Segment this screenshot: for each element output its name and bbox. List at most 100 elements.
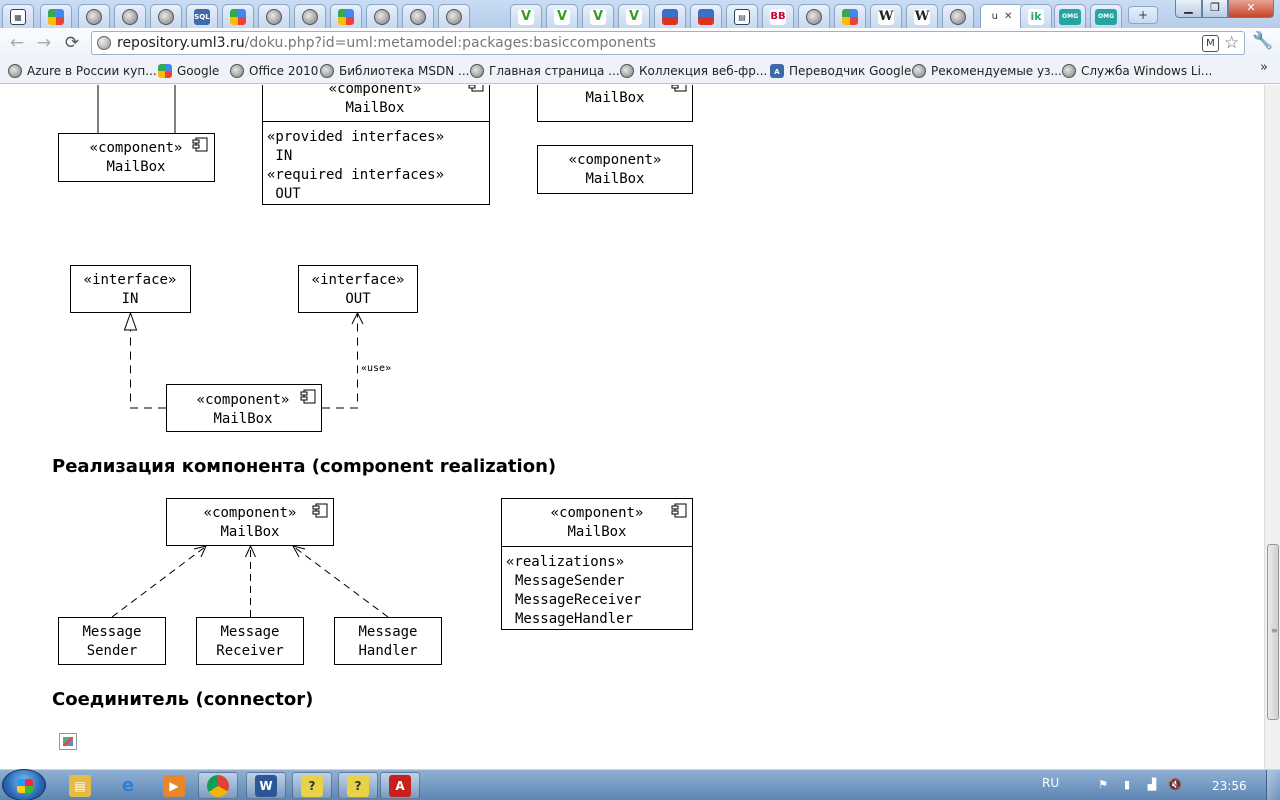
component-name: MailBox: [220, 524, 279, 540]
tab-15[interactable]: V: [546, 4, 578, 28]
extension-icon[interactable]: M: [1202, 35, 1219, 52]
bookmark-item[interactable]: A Переводчик Google: [770, 62, 911, 80]
taskbar-acrobat[interactable]: A: [380, 772, 420, 799]
translate-icon: A: [770, 64, 784, 78]
taskbar-help-1[interactable]: ?: [292, 772, 332, 799]
tab-29[interactable]: OMG: [1090, 4, 1122, 28]
tab-26[interactable]: [942, 4, 974, 28]
tab-18[interactable]: [654, 4, 686, 28]
show-desktop-button[interactable]: [1266, 770, 1280, 800]
scroll-thumb[interactable]: ≡: [1267, 544, 1279, 720]
reload-icon[interactable]: ⟳: [61, 32, 83, 54]
tab-14[interactable]: V: [510, 4, 542, 28]
tab-20[interactable]: ▤: [726, 4, 758, 28]
tab-7[interactable]: [222, 4, 254, 28]
taskbar-media-player[interactable]: ▶: [154, 772, 194, 799]
tab-23[interactable]: [834, 4, 866, 28]
maximize-button[interactable]: ❐: [1202, 0, 1228, 18]
start-button[interactable]: [2, 769, 46, 800]
dependency-arrow-handler: [292, 545, 389, 618]
tab-8[interactable]: [258, 4, 290, 28]
google-icon: [158, 64, 172, 78]
sql-ru-icon: SQL: [194, 8, 210, 25]
wrench-menu-icon[interactable]: 🔧: [1252, 31, 1273, 51]
globe-icon: [620, 64, 634, 78]
volume-muted-icon[interactable]: 🔇: [1168, 778, 1182, 792]
taskbar-word[interactable]: W: [246, 772, 286, 799]
browser-window: ▦ SQL V V V V ▤ BB W W u ✕ ik OMG OMG + …: [0, 0, 1280, 800]
tab-28[interactable]: OMG: [1054, 4, 1086, 28]
forward-arrow-icon[interactable]: →: [33, 32, 55, 54]
new-tab-button[interactable]: +: [1128, 6, 1158, 24]
interface-box-out: «interface» OUT: [298, 265, 418, 313]
network-tray-icon[interactable]: ▟: [1145, 778, 1159, 792]
minimize-button[interactable]: ▁: [1175, 0, 1202, 18]
tab-19[interactable]: [690, 4, 722, 28]
tab-active[interactable]: u ✕: [980, 4, 1024, 28]
vertical-scrollbar[interactable]: ≡: [1264, 85, 1280, 769]
back-arrow-icon[interactable]: ←: [6, 32, 28, 54]
bookmark-item[interactable]: Google: [158, 62, 219, 80]
bookmark-item[interactable]: Office 2010: [230, 62, 318, 80]
globe-icon: [374, 8, 390, 25]
bookmarks-overflow-button[interactable]: »: [1260, 60, 1268, 75]
tab-1[interactable]: ▦: [2, 4, 34, 28]
bookmark-item[interactable]: Azure в России куп...: [8, 62, 157, 80]
tab-5[interactable]: [150, 4, 182, 28]
word-icon: W: [255, 774, 277, 797]
tab-16[interactable]: V: [582, 4, 614, 28]
tab-21[interactable]: BB: [762, 4, 794, 28]
taskbar: ▤ e ▶ W ? ? A RU ⚑ ▮ ▟ 🔇 23:56: [0, 769, 1280, 800]
bookmark-item[interactable]: Библиотека MSDN ...: [320, 62, 469, 80]
taskbar-chrome[interactable]: [198, 772, 238, 799]
tab-12[interactable]: [402, 4, 434, 28]
bookmark-star-icon[interactable]: ☆: [1224, 33, 1239, 53]
component-box-left: «component» MailBox: [58, 133, 215, 182]
globe-icon: [302, 8, 318, 25]
flag-icon: [698, 8, 714, 25]
url-text[interactable]: repository.uml3.ru/doku.php?id=uml:metam…: [117, 35, 656, 51]
tab-6[interactable]: SQL: [186, 4, 218, 28]
stereotype-label: «component»: [551, 505, 644, 521]
bookmark-item[interactable]: Рекомендуемые уз...: [912, 62, 1062, 80]
close-window-button[interactable]: ✕: [1228, 0, 1274, 18]
wikipedia-icon: W: [914, 8, 930, 25]
tab-4[interactable]: [114, 4, 146, 28]
tab-10[interactable]: [330, 4, 362, 28]
tab-2[interactable]: [40, 4, 72, 28]
taskbar-explorer[interactable]: ▤: [60, 772, 100, 799]
compartment-line: IN: [267, 148, 292, 164]
pdf-icon: A: [389, 774, 411, 797]
tab-22[interactable]: [798, 4, 830, 28]
globe-icon: [158, 8, 174, 25]
vk-icon: V: [626, 8, 642, 25]
tab-27[interactable]: ik: [1020, 4, 1052, 28]
tab-24[interactable]: W: [870, 4, 902, 28]
clock[interactable]: 23:56: [1212, 779, 1247, 793]
component-name: MailBox: [585, 90, 644, 106]
tab-11[interactable]: [366, 4, 398, 28]
flag-tray-icon[interactable]: ⚑: [1096, 778, 1110, 792]
globe-icon: [122, 8, 138, 25]
bookmark-item[interactable]: Главная страница ...: [470, 62, 620, 80]
tab-9[interactable]: [294, 4, 326, 28]
taskbar-ie[interactable]: e: [108, 772, 148, 799]
language-indicator[interactable]: RU: [1042, 776, 1059, 790]
power-tray-icon[interactable]: ▮: [1120, 778, 1134, 792]
taskbar-help-2[interactable]: ?: [338, 772, 378, 799]
class-name-line: Receiver: [216, 643, 283, 659]
url-path: /doku.php?id=uml:metamodel:packages:basi…: [244, 35, 657, 51]
google-icon: [842, 8, 858, 25]
bookmark-item[interactable]: Служба Windows Li...: [1062, 62, 1212, 80]
stereotype-label: «component»: [197, 392, 290, 408]
bookmark-item[interactable]: Коллекция веб-фр...: [620, 62, 767, 80]
tab-17[interactable]: V: [618, 4, 650, 28]
globe-icon: [320, 64, 334, 78]
tab-25[interactable]: W: [906, 4, 938, 28]
tab-3[interactable]: [78, 4, 110, 28]
address-bar[interactable]: repository.uml3.ru/doku.php?id=uml:metam…: [91, 31, 1245, 55]
tab-13[interactable]: [438, 4, 470, 28]
globe-icon: [470, 64, 484, 78]
tab-close-icon[interactable]: ✕: [1004, 11, 1012, 22]
use-label: «use»: [361, 363, 391, 374]
